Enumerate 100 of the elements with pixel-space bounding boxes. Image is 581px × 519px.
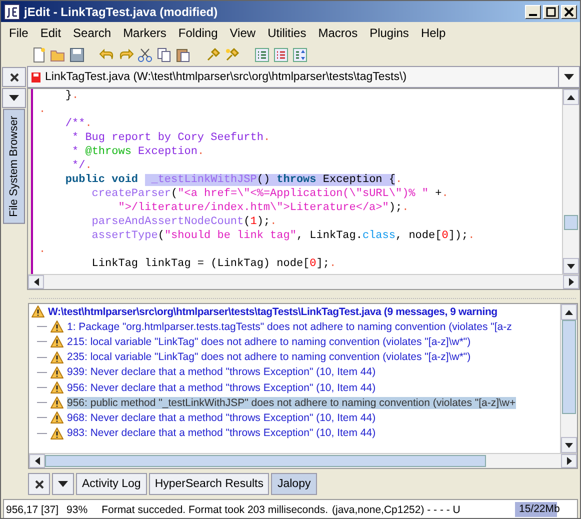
scrollbar-thumb[interactable] — [562, 320, 576, 414]
close-button[interactable] — [561, 4, 577, 18]
caret-icon — [564, 74, 574, 80]
code-token: _testLinkWithJSP — [144, 174, 257, 186]
code-token: ); — [256, 216, 270, 228]
code-token: * — [71, 146, 80, 158]
warning-message[interactable]: 968: Never declare that a method "throws Exception" (10, Item 44) — [67, 412, 376, 424]
plug-icon[interactable] — [224, 46, 240, 62]
code-token: parseAndAssertNodeCount — [90, 216, 244, 228]
code-token: 0 — [310, 258, 316, 270]
warning-message[interactable]: 235: local variable "LinkTag" does not adhere to naming convention (violates "[a-z]\w*") — [67, 351, 471, 364]
warning-message[interactable]: 956: public method "_testLinkWithJSP" does not adhere to naming convention (violates "[a-z]\w+ — [67, 396, 516, 409]
scroll-percent: 93% — [66, 504, 88, 516]
code-token: LinkTag linkTag = (LinkTag) node[ — [90, 258, 310, 270]
code-token: ]); — [448, 230, 468, 242]
menu-item[interactable]: File — [3, 26, 34, 40]
vertical-scrollbar[interactable] — [562, 89, 579, 274]
code-token: @throws — [85, 146, 132, 158]
dock-menu-button[interactable] — [52, 473, 74, 495]
up-arrow-icon — [567, 94, 575, 100]
list-icon[interactable] — [273, 46, 289, 62]
line-end-marker: . — [402, 202, 409, 214]
dock-menu-button[interactable] — [2, 88, 26, 108]
line-end-marker: . — [39, 104, 46, 116]
file-system-browser-tab[interactable]: File System Browser — [3, 109, 25, 224]
menu-item[interactable]: Search — [67, 26, 118, 40]
plug-icon[interactable] — [205, 46, 221, 62]
menu-item[interactable]: Markers — [117, 26, 172, 40]
code-token: createParser — [90, 188, 172, 200]
scrollbar-thumb[interactable] — [564, 215, 578, 230]
line-end-marker: . — [85, 118, 92, 130]
vertical-scrollbar[interactable] — [560, 304, 577, 453]
code-token: } — [64, 90, 72, 102]
dock-tab[interactable]: Activity Log — [76, 473, 147, 495]
line-end-marker: . — [197, 146, 204, 158]
down-arrow-icon — [567, 264, 575, 268]
left-arrow-icon — [34, 457, 40, 465]
menu-item[interactable]: Macros — [312, 26, 364, 40]
line-end-marker: . — [468, 230, 475, 242]
menu-item[interactable]: View — [224, 26, 262, 40]
code-token: ); — [388, 202, 402, 214]
caret-position: 956,17 [37] — [6, 504, 59, 516]
close-icon — [564, 6, 574, 16]
warning-message[interactable]: 939: Never declare that a method "throws Exception" (10, Item 44) — [67, 366, 376, 378]
warning-icon — [50, 350, 64, 364]
warning-icon — [50, 381, 64, 394]
warning-message[interactable]: 983: Never declare that a method "throws Exception" (10, Item 44) — [67, 427, 376, 440]
warning-message[interactable]: 1: Package "org.htmlparser.tests.tagTests" does not adhere to naming convention (violates "[a-z — [67, 320, 512, 333]
code-token: assertType — [90, 230, 158, 242]
code-token: () — [256, 174, 277, 186]
horizontal-scrollbar[interactable] — [29, 453, 577, 468]
code-token: , node[ — [396, 230, 442, 242]
close-dock-button[interactable] — [2, 67, 26, 87]
code-token: ">/literature/index.htm\">Literature</a>" — [117, 202, 389, 214]
sort-list-icon[interactable] — [292, 46, 308, 62]
code-token: public void — [64, 174, 140, 186]
code-token: 0 — [442, 230, 448, 242]
app-icon — [4, 4, 20, 20]
code-token: */ — [71, 160, 86, 172]
line-end-marker: . — [442, 188, 448, 200]
line-end-marker: . — [85, 160, 92, 172]
code-token: ( — [244, 216, 250, 228]
menu-item[interactable]: Folding — [172, 26, 224, 40]
maximize-icon — [546, 6, 556, 16]
copy-icon[interactable] — [156, 46, 172, 62]
up-arrow-icon — [565, 310, 573, 314]
dock-tab[interactable]: HyperSearch Results — [148, 473, 270, 495]
status-message: Format succeded. Format took 203 milliseconds. — [102, 504, 328, 516]
menu-item[interactable]: Utilities — [262, 26, 312, 40]
code-token: , LinkTag. — [296, 230, 362, 242]
minimize-button[interactable] — [525, 4, 541, 18]
close-dock-button[interactable] — [28, 473, 50, 495]
dock-tab[interactable]: Jalopy — [271, 473, 317, 495]
menu-item[interactable]: Help — [414, 26, 452, 40]
scissors-icon[interactable] — [137, 46, 153, 62]
warning-message[interactable]: 215: local variable "LinkTag" does not adhere to naming convention (violates "[a-z]\w*") — [67, 336, 471, 348]
horizontal-scrollbar[interactable] — [28, 274, 579, 289]
window-title: jEdit - LinkTagTest.java (modified) — [24, 4, 219, 18]
clipboard-icon[interactable] — [175, 46, 191, 62]
warning-message[interactable]: 956: Never declare that a method "throws Exception" (10, Item 44) — [67, 382, 376, 394]
scrollbar-thumb[interactable] — [45, 455, 486, 467]
warning-icon — [31, 305, 45, 318]
code-token: ( — [158, 230, 164, 242]
warning-icon — [50, 396, 64, 410]
buffer-switcher[interactable]: LinkTagTest.java (W:\test\htmlparser\src\org\htmlparser\tests\tagTests\) — [27, 66, 580, 88]
warning-icon — [50, 335, 64, 348]
code-editor[interactable] — [33, 89, 562, 274]
file-path-header[interactable]: W:\test\htmlparser\src\org\htmlparser\tests\tagTests\LinkTagTest.java (9 messages, 9 warning — [48, 306, 498, 318]
down-arrow-icon — [565, 442, 573, 448]
list-icon[interactable] — [254, 46, 270, 62]
menu-item[interactable]: Plugins — [364, 26, 415, 40]
close-icon — [10, 72, 18, 82]
menu-item[interactable]: Edit — [34, 26, 68, 40]
line-end-marker: . — [270, 216, 277, 228]
code-token: Exception { — [316, 174, 396, 186]
maximize-button[interactable] — [543, 4, 559, 18]
new-file-icon[interactable] — [31, 46, 47, 62]
buffer-mode: (java,none,Cp1252) - - - - U — [332, 504, 460, 516]
save-icon[interactable] — [69, 46, 85, 62]
right-arrow-icon — [566, 457, 572, 465]
